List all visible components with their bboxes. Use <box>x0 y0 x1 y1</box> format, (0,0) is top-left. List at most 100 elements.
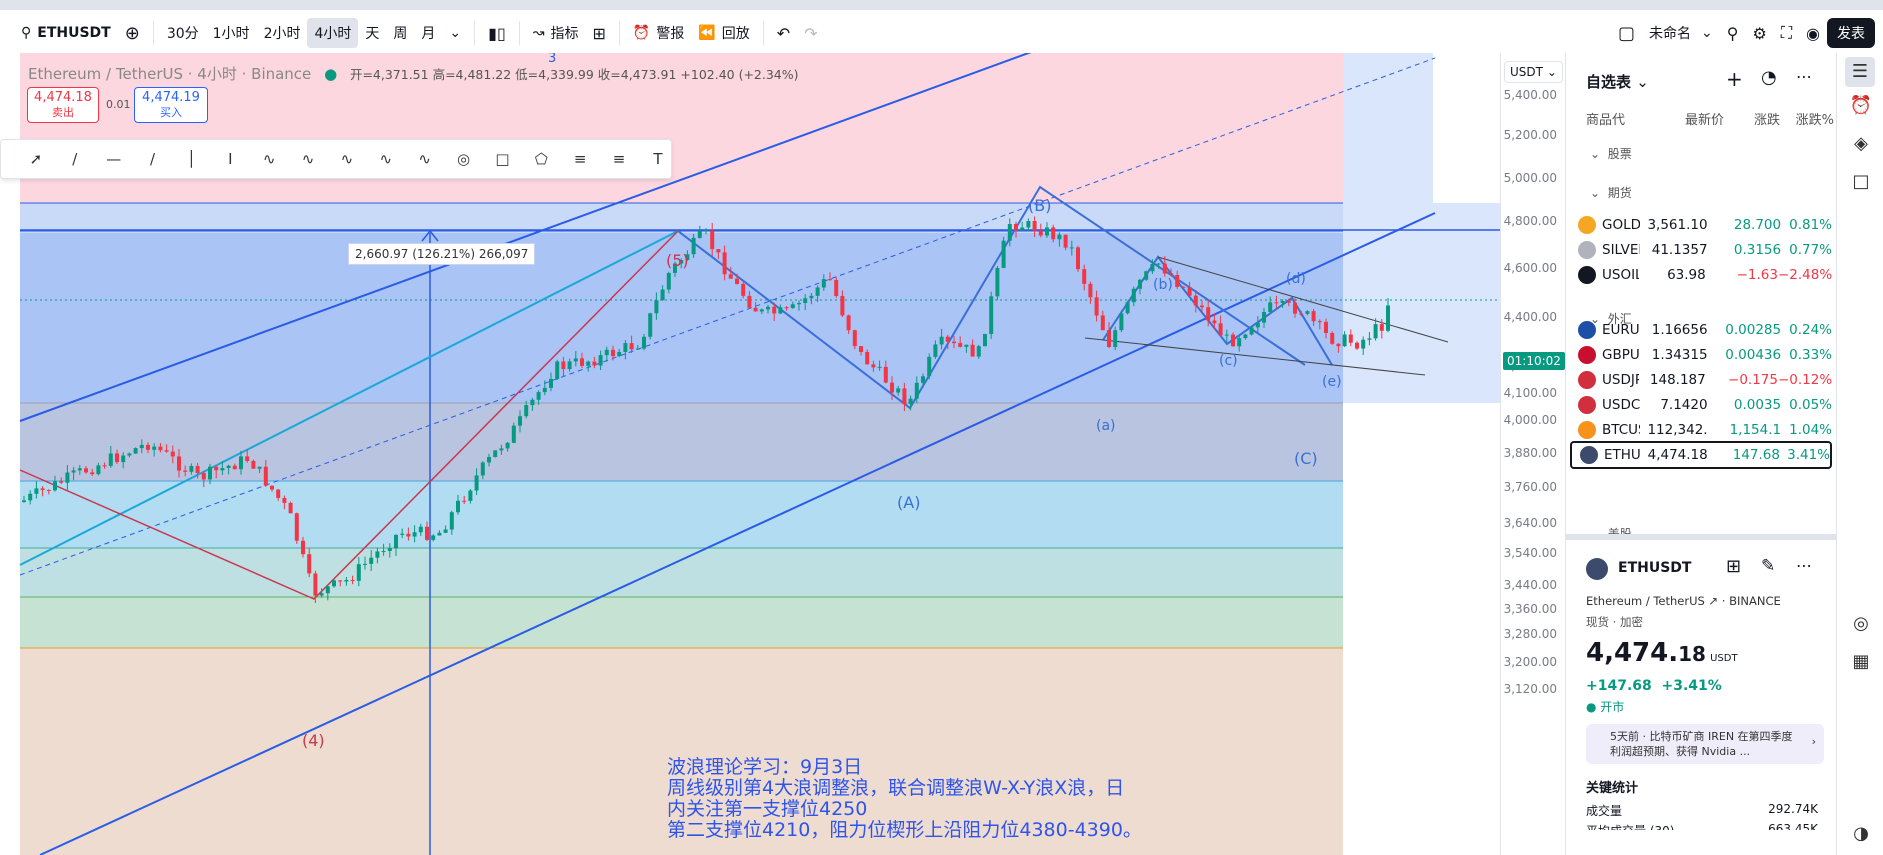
candle-body <box>1255 322 1260 328</box>
watchlist-row-usoil[interactable]: USOIL 63.98 −1.63 −2.48% <box>1570 261 1832 289</box>
camera-icon[interactable]: ◉ <box>1799 18 1827 48</box>
chevron-down-icon: ⌄ <box>1546 65 1557 79</box>
section-stocks[interactable]: ⌄ 股票 <box>1590 145 1632 162</box>
vertical-line-icon[interactable]: │ <box>179 146 205 172</box>
interval-week[interactable]: 周 <box>386 18 414 48</box>
candle-body <box>1293 302 1297 314</box>
candle-body <box>195 466 200 474</box>
more-icon[interactable]: ⋯ <box>1796 556 1812 575</box>
wave-15-icon[interactable]: ∿ <box>256 146 282 172</box>
wave-wz-icon[interactable]: ∿ <box>412 146 438 172</box>
watchlist-icon[interactable]: ☰ <box>1845 57 1875 87</box>
watchlist-row-silver[interactable]: SILVER 41.1357 0.3156 0.77% <box>1570 236 1832 264</box>
axis-currency-dropdown[interactable]: USDT ⌄ <box>1504 61 1563 83</box>
watchlist-row-gbpusd[interactable]: GBPUSD 1.34315 0.00436 0.33% <box>1570 341 1832 369</box>
details-change: +147.68 +3.41% <box>1586 678 1722 694</box>
details-symbol[interactable]: ETHUSDT <box>1618 560 1691 576</box>
rectangle-icon[interactable]: □ <box>490 146 516 172</box>
layout-name-dropdown[interactable]: 未命名 ⌄ <box>1642 18 1720 48</box>
quick-search-icon[interactable]: ⚲ <box>1720 18 1746 48</box>
add-symbol-icon[interactable]: + <box>1726 67 1743 91</box>
templates-grid-icon[interactable]: ⊞ <box>585 18 612 48</box>
wave-wy-icon[interactable]: ∿ <box>373 146 399 172</box>
divider <box>474 21 476 45</box>
candle-style-icon[interactable]: ▮▯ <box>481 18 513 48</box>
candle-body <box>1051 227 1056 240</box>
watchlist-row-usdjpy[interactable]: USDJPY 148.187 −0.175−0.12% <box>1570 366 1832 394</box>
circle-icon[interactable]: ◎ <box>451 146 477 172</box>
publish-button[interactable]: 发表 <box>1827 18 1875 48</box>
col-chgpct[interactable]: 涨跌% <box>1780 109 1834 128</box>
more-icon[interactable]: ⋯ <box>1796 67 1812 86</box>
external-link-icon[interactable]: ↗ <box>1709 594 1719 608</box>
text-cursor-icon[interactable]: I <box>217 146 243 172</box>
text-icon[interactable]: T <box>645 146 671 172</box>
col-last[interactable]: 最新价 <box>1654 109 1724 128</box>
layout-square-icon[interactable]: ▢ <box>1611 18 1642 48</box>
fib-icon[interactable]: ≡ <box>567 146 593 172</box>
candle-body <box>1069 247 1074 249</box>
polygon-icon[interactable]: ⬠ <box>528 146 554 172</box>
alerts-clock-icon[interactable]: ⏰ <box>1849 95 1873 119</box>
row-symbol: USDCNH <box>1602 397 1640 413</box>
price-tick: 3,640.00 <box>1503 516 1557 530</box>
symbol-search[interactable]: ⚲ ETHUSDT <box>14 18 118 48</box>
grid-icon[interactable]: ⊞ <box>1726 556 1741 577</box>
settings-gear-icon[interactable]: ⚙ <box>1745 18 1773 48</box>
compare-add-button[interactable]: ⊕ <box>118 18 147 48</box>
ray-icon[interactable]: ∕ <box>62 146 88 172</box>
watchlist-row-gold[interactable]: GOLD 3,561.10 28.700 0.81% <box>1570 211 1832 239</box>
sell-label: 卖出 <box>52 106 74 119</box>
fullscreen-icon[interactable]: ⛶ <box>1774 18 1799 48</box>
chat-icon[interactable]: □ <box>1849 171 1873 195</box>
interval-2h[interactable]: 2小时 <box>257 18 308 48</box>
candle-body <box>338 580 343 582</box>
watchlist-row-usdcnh[interactable]: USDCNH 7.1420 0.0035 0.05% <box>1570 391 1832 419</box>
candle-body <box>146 444 150 450</box>
chart-pane[interactable]: Ethereum / TetherUS · 4小时 · Binance ● 开=… <box>0 53 1500 855</box>
wave-label-b: (b) <box>1153 277 1173 293</box>
target-icon[interactable]: ◎ <box>1849 613 1873 637</box>
fib-fan-icon[interactable]: ≡ <box>606 146 632 172</box>
news-item[interactable]: 5天前 · 比特币矿商 IREN 在第四季度利润超预期、获得 Nvidia ..… <box>1586 724 1824 764</box>
notification-icon[interactable]: ◑ <box>1849 823 1873 847</box>
sell-button[interactable]: 4,474.18 卖出 <box>27 87 99 123</box>
interval-dropdown-chevron-down-icon[interactable]: ⌄ <box>442 18 468 48</box>
interval-4h[interactable]: 4小时 <box>307 18 359 48</box>
watchlist-row-btcusdt[interactable]: BTCUSDT 112,342. 1,154.1 1.04% <box>1570 416 1832 444</box>
wave-label-A: (A) <box>897 493 921 512</box>
section-forex[interactable]: ⌄ 外汇 <box>1590 310 1632 327</box>
redo-icon[interactable]: ↷ <box>797 18 824 48</box>
interval-1h[interactable]: 1小时 <box>206 18 257 48</box>
col-chg[interactable]: 涨跌 <box>1724 109 1780 128</box>
interval-month[interactable]: 月 <box>414 18 442 48</box>
candle-body <box>493 450 498 458</box>
replay-button[interactable]: ⏪ 回放 <box>691 18 756 48</box>
alert-button[interactable]: ⏰ 警报 <box>626 18 691 48</box>
interval-day[interactable]: 天 <box>358 18 386 48</box>
section-futures[interactable]: ⌄ 期货 <box>1590 184 1632 201</box>
extended-line-icon[interactable]: ∕ <box>140 146 166 172</box>
chevron-down-icon[interactable]: ⌄ <box>1636 73 1649 91</box>
interval-30m[interactable]: 30分 <box>160 18 206 48</box>
wave-ac-icon[interactable]: ∿ <box>295 146 321 172</box>
col-symbol[interactable]: 商品代 <box>1586 109 1654 128</box>
undo-icon[interactable]: ↶ <box>770 18 797 48</box>
layers-icon[interactable]: ◈ <box>1849 133 1873 157</box>
candle-body <box>834 279 839 296</box>
candle-body <box>697 230 702 238</box>
row-price: 148.187 <box>1649 372 1706 388</box>
calendar-icon[interactable]: ▦ <box>1849 651 1873 675</box>
drawing-toolbar: ➚ ∕ — ∕ │ I ∿ ∿ ∿ ∿ ∿ ◎ □ ⬠ ≡ ≡ T <box>0 139 672 179</box>
watchlist-row-ethusdt[interactable]: ETHUSDT 4,474.18 147.68 3.41% <box>1570 441 1832 469</box>
trend-line-icon[interactable]: ➚ <box>23 146 49 172</box>
watchlist-title[interactable]: 自选表 <box>1586 73 1631 91</box>
horizontal-line-icon[interactable]: — <box>101 146 127 172</box>
edit-icon[interactable]: ✎ <box>1761 556 1775 576</box>
watchlist-chart-icon[interactable]: ◔ <box>1761 67 1777 88</box>
buy-button[interactable]: 4,474.19 买入 <box>134 87 208 123</box>
price-axis[interactable]: USDT ⌄ 5,400.00 5,200.00 5,000.00 4,800.00 4… <box>1500 53 1565 855</box>
wave-ae-icon[interactable]: ∿ <box>334 146 360 172</box>
candle-body <box>797 303 801 305</box>
indicators-button[interactable]: ↝ 指标 <box>526 18 586 48</box>
